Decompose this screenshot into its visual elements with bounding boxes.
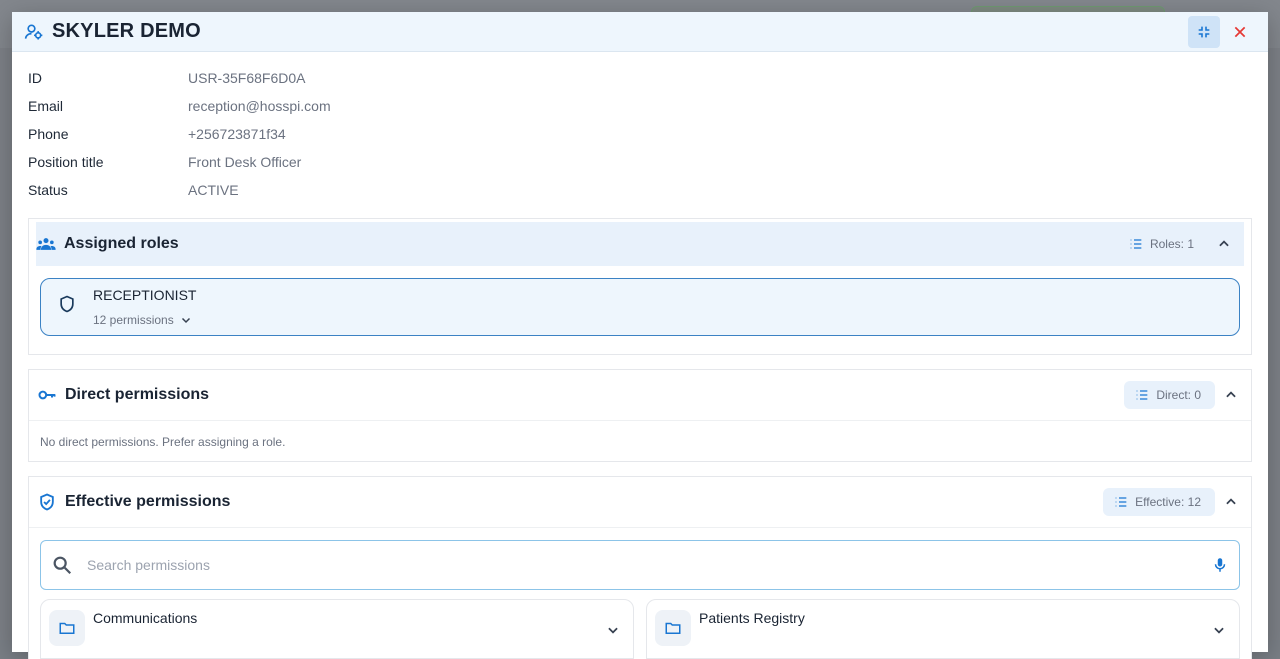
detail-row-phone: Phone +256723871f34 [28,120,1252,148]
shield-icon [57,294,77,314]
user-dialog: SKYLER DEMO ID USR-35F68F6D0A Email rece… [12,12,1268,659]
detail-label: Position title [28,154,104,170]
group-icon [36,234,56,254]
permission-groups: Communications Patients Registry [40,599,1240,659]
direct-count-badge: Direct: 0 [1124,381,1215,409]
microphone-icon[interactable] [1211,556,1229,574]
roles-count-label: Roles: 1 [1149,237,1194,251]
direct-permissions-empty: No direct permissions. Prefer assigning … [40,435,286,449]
folder-icon [655,610,691,646]
detail-row-email: Email reception@hosspi.com [28,92,1252,120]
role-permissions-toggle[interactable]: 12 permissions [93,313,196,327]
direct-permissions-section: Direct permissions Direct: 0 No direct p… [28,369,1252,462]
chevron-down-icon [181,317,190,324]
verified-shield-icon [37,492,57,512]
detail-row-id: ID USR-35F68F6D0A [28,64,1252,92]
list-icon [1130,239,1142,249]
permissions-search[interactable] [40,540,1240,590]
detail-value: USR-35F68F6D0A [188,70,306,86]
chevron-down-icon [1214,627,1224,634]
effective-count-badge: Effective: 12 [1103,488,1215,516]
detail-label: Status [28,182,68,198]
role-permissions-label: 12 permissions [93,313,174,327]
section-title: Direct permissions [65,386,210,403]
user-details: ID USR-35F68F6D0A Email reception@hosspi… [28,64,1252,204]
detail-value: reception@hosspi.com [188,98,331,114]
collapse-section-button[interactable] [1219,490,1243,514]
chevron-up-icon [1226,391,1236,398]
collapse-button[interactable] [1188,15,1220,48]
detail-value: +256723871f34 [188,126,286,142]
direct-permissions-header[interactable]: Direct permissions Direct: 0 [29,370,1251,420]
close-icon [1234,26,1246,37]
effective-count-label: Effective: 12 [1135,495,1201,509]
collapse-section-button[interactable] [1219,383,1243,407]
collapse-section-button[interactable] [1212,232,1236,256]
key-icon [37,385,57,405]
chevron-up-icon [1219,240,1229,247]
detail-value: Front Desk Officer [188,154,302,170]
section-title: Assigned roles [64,235,179,252]
chevron-up-icon [1226,498,1236,505]
assigned-roles-section: Assigned roles Roles: 1 RECEPTIONIST 12 … [28,218,1252,355]
effective-permissions-header[interactable]: Effective permissions Effective: 12 [29,477,1251,527]
detail-row-status: Status ACTIVE [28,176,1252,204]
expand-group-button[interactable] [1207,618,1231,642]
collapse-icon [1198,26,1210,37]
list-icon [1115,497,1127,507]
detail-label: ID [28,70,42,86]
dialog-title: SKYLER DEMO [52,20,201,42]
detail-label: Phone [28,126,69,142]
permission-group-communications[interactable]: Communications [40,599,634,659]
section-divider [29,527,1251,528]
search-input[interactable] [85,556,1211,574]
role-card-receptionist[interactable]: RECEPTIONIST 12 permissions [40,278,1240,336]
detail-row-position: Position title Front Desk Officer [28,148,1252,176]
detail-label: Email [28,98,64,114]
effective-permissions-section: Effective permissions Effective: 12 Sear… [28,476,1252,659]
folder-icon [49,610,85,646]
group-name: Communications [93,610,198,626]
search-icon [51,554,73,576]
dialog-header: SKYLER DEMO [12,12,1268,52]
list-icon [1136,390,1148,400]
chevron-down-icon [608,627,618,634]
section-title: Effective permissions [65,493,231,510]
roles-count-badge: Roles: 1 [1118,230,1208,258]
detail-value: ACTIVE [188,182,239,198]
assigned-roles-header[interactable]: Assigned roles Roles: 1 [36,222,1244,266]
group-name: Patients Registry [699,610,805,626]
dialog-body: ID USR-35F68F6D0A Email reception@hosspi… [12,52,1268,659]
permission-group-patients-registry[interactable]: Patients Registry [646,599,1240,659]
role-name: RECEPTIONIST [93,287,197,303]
expand-group-button[interactable] [601,618,625,642]
user-settings-icon [24,22,44,42]
direct-count-label: Direct: 0 [1156,388,1201,402]
close-button[interactable] [1224,16,1256,48]
